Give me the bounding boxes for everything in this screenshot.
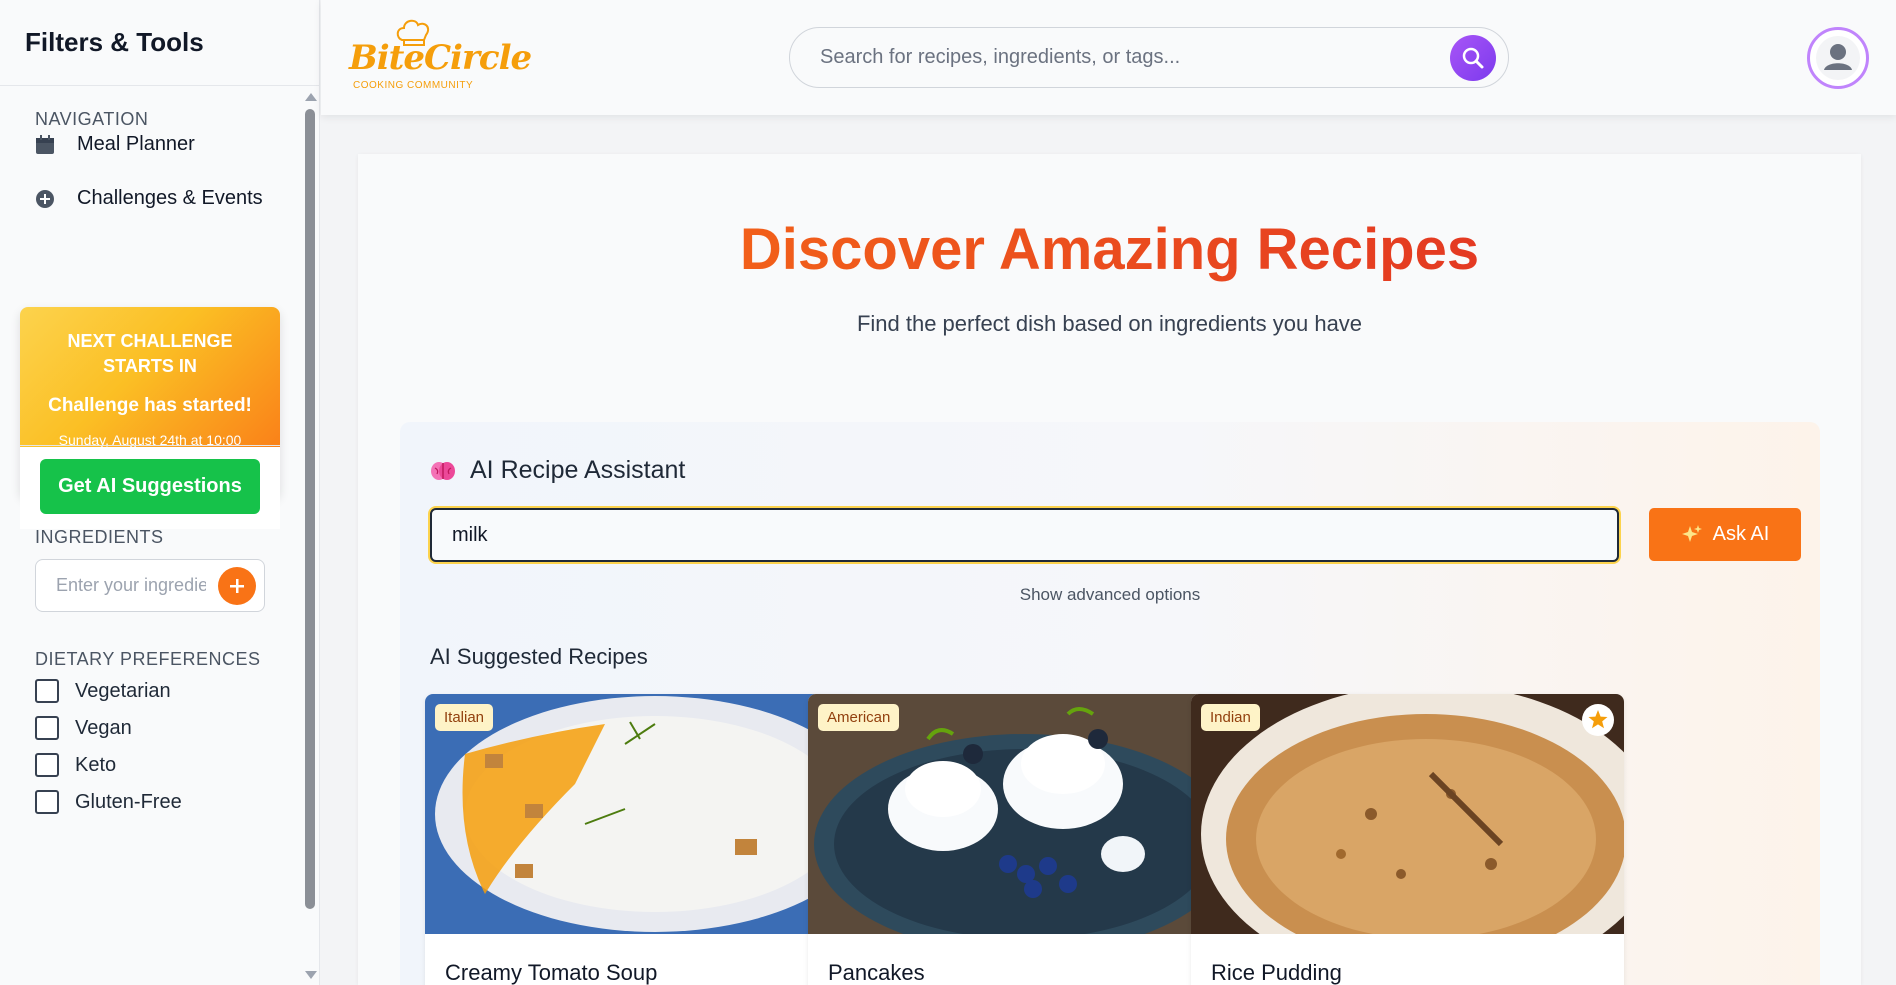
nav-item-label: Challenges & Events [77,187,263,209]
dietary-preferences-label: DIETARY PREFERENCES [35,649,261,669]
logo-text: BiteCircle [349,38,532,78]
scroll-down-arrow-icon[interactable] [305,971,317,979]
star-icon [1588,710,1608,729]
challenge-status: Challenge has started! [48,395,252,416]
divider [20,445,280,446]
recipe-name: Pancakes [828,960,925,985]
challenge-heading: NEXT CHALLENGE STARTS IN [67,331,233,376]
ai-recipe-assistant-panel: AI Recipe Assistant Ask AI Show advanced… [400,422,1820,985]
checkbox[interactable] [35,716,59,740]
dietary-option-vegetarian[interactable]: Vegetarian [35,679,171,703]
dietary-option-gluten-free[interactable]: Gluten-Free [35,790,182,814]
hero-subtitle: Find the perfect dish based on ingredien… [856,311,1363,336]
top-bar: BiteCircle COOKING COMMUNITY [321,0,1896,115]
recipe-card[interactable]: Indian Rice Pudding [1191,694,1624,985]
ai-query-field [430,508,1619,562]
ingredient-input[interactable] [36,560,206,611]
checkbox[interactable] [35,790,59,814]
ai-assistant-title: AI Recipe Assistant [470,456,686,484]
plus-circle-icon [35,189,55,209]
bitecircle-logo[interactable]: BiteCircle COOKING COMMUNITY [349,18,532,98]
ask-ai-label: Ask AI [1712,523,1770,545]
ai-assistant-header: AI Recipe Assistant [430,456,685,485]
recipe-image: American [808,694,1241,954]
search-icon [1462,47,1484,69]
nav-item-challenges-events[interactable]: Challenges & Events [35,187,263,210]
calendar-icon [35,134,55,155]
dietary-option-label: Vegan [75,716,132,739]
hero-title: Discover Amazing Recipes [358,216,1861,283]
dietary-option-label: Vegetarian [75,679,171,702]
checkbox[interactable] [35,679,59,703]
cuisine-badge: Italian [435,704,494,731]
ai-query-input[interactable] [432,510,1617,560]
search-bar [789,27,1509,88]
add-ingredient-button[interactable] [218,567,256,605]
dietary-option-label: Gluten-Free [75,790,182,813]
favorite-button[interactable] [1582,704,1614,736]
ingredients-label: INGREDIENTS [35,527,164,547]
nav-item-meal-planner[interactable]: Meal Planner [35,133,195,156]
cuisine-badge: American [818,704,900,731]
ai-suggested-recipes-title: AI Suggested Recipes [430,644,648,669]
recipe-name: Creamy Tomato Soup [445,960,658,985]
plus-icon [230,579,244,593]
search-button[interactable] [1450,35,1496,81]
search-input[interactable] [790,28,1430,87]
dietary-option-label: Keto [75,753,117,776]
checkbox[interactable] [35,753,59,777]
recipe-card[interactable]: American Pancakes [808,694,1241,985]
sidebar-content: NAVIGATION Meal Planner Challenges & Eve… [0,87,302,985]
sidebar-scrollbar[interactable] [301,87,319,985]
ask-ai-button[interactable]: Ask AI [1649,508,1801,561]
brain-icon [431,461,455,480]
sparkles-icon [1681,524,1702,542]
recipe-image: Indian [1191,694,1624,984]
logo-tagline: COOKING COMMUNITY [353,80,474,91]
navigation-label: NAVIGATION [35,109,149,129]
dietary-option-vegan[interactable]: Vegan [35,716,132,740]
scroll-up-arrow-icon[interactable] [305,93,317,101]
sidebar-header: Filters & Tools [0,0,319,86]
recipe-name: Rice Pudding [1211,960,1342,985]
ai-suggestions-panel: Get AI Suggestions [20,447,280,529]
sidebar-title: Filters & Tools [25,27,204,57]
dietary-option-keto[interactable]: Keto [35,753,116,777]
user-avatar[interactable] [1807,27,1869,89]
get-ai-suggestions-button[interactable]: Get AI Suggestions [40,459,260,514]
recipe-image: Italian [425,694,858,934]
user-icon [1816,36,1860,80]
main-content: Discover Amazing Recipes Find the perfec… [358,154,1861,985]
nav-item-label: Meal Planner [77,133,195,155]
recipe-card[interactable]: Italian Creamy Tomato Soup [425,694,858,985]
scrollbar-thumb[interactable] [305,109,315,909]
ingredient-input-group [35,559,265,612]
sidebar: Filters & Tools NAVIGATION Meal Planner … [0,0,320,985]
show-advanced-options-link[interactable]: Show advanced options [400,585,1820,605]
cuisine-badge: Indian [1201,704,1260,731]
